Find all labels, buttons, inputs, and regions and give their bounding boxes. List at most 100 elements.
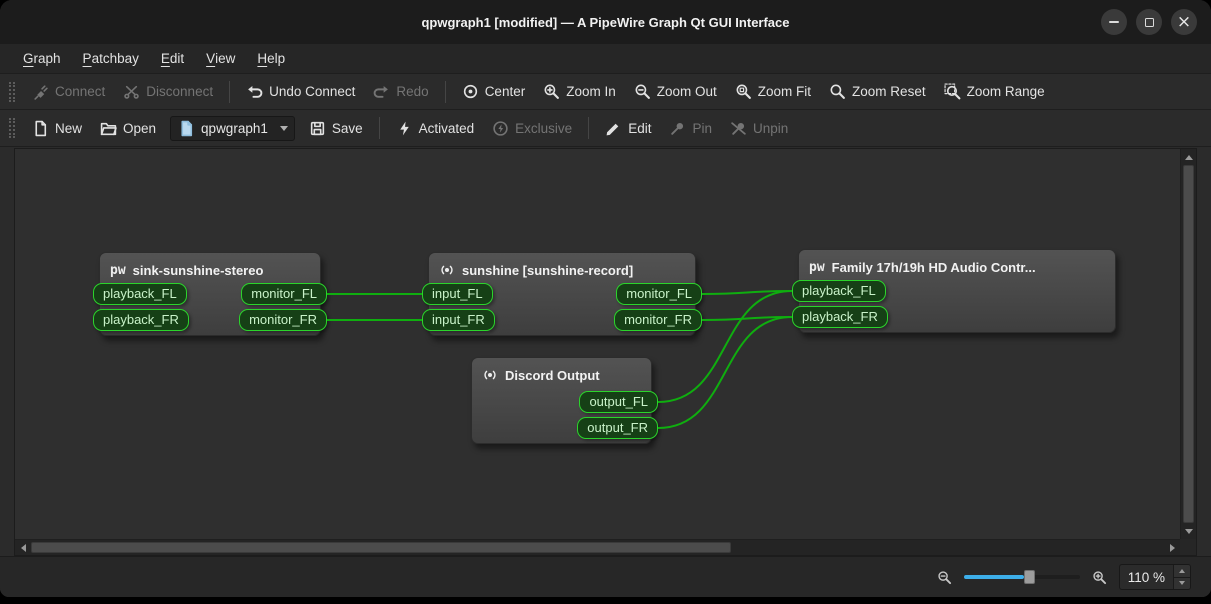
port-monitor-fr[interactable]: monitor_FR [239,309,327,331]
node-header: pw sink-sunshine-stereo [100,253,320,283]
zoom-out-button[interactable]: Zoom Out [626,78,725,105]
audio-source-icon [439,262,455,278]
vertical-scrollbar[interactable] [1180,149,1196,539]
toolbar-separator [379,117,380,139]
horizontal-scroll-handle[interactable] [31,542,731,553]
port-monitor-fl[interactable]: monitor_FL [241,283,327,305]
menu-edit[interactable]: Edit [150,44,195,73]
new-patchbay-button[interactable]: New [24,115,90,142]
zoom-reset-icon [829,83,846,100]
pin-icon [669,120,686,137]
zoom-range-button[interactable]: Zoom Range [936,78,1053,105]
title-bar[interactable]: qpwgraph1 [modified] — A PipeWire Graph … [0,0,1211,44]
window-title: qpwgraph1 [modified] — A PipeWire Graph … [421,15,789,30]
menu-patchbay[interactable]: Patchbay [72,44,150,73]
edit-pencil-icon [605,120,622,137]
center-button[interactable]: Center [454,78,534,105]
scroll-trough[interactable] [731,540,1164,555]
spin-buttons [1173,565,1190,589]
zoom-reset-button[interactable]: Zoom Reset [821,78,934,105]
patchbay-select-combo[interactable]: qpwgraph1 [170,116,295,141]
redo-button[interactable]: Redo [365,78,436,105]
horizontal-scrollbar[interactable] [15,539,1180,555]
toolbar-drag-handle[interactable] [9,118,15,138]
disconnect-icon [123,83,140,100]
arrow-left-icon [21,544,26,552]
zoom-in-icon[interactable] [1092,570,1107,585]
scroll-up-button[interactable] [1181,149,1196,165]
redo-icon [373,83,390,100]
slider-handle[interactable] [1024,570,1035,584]
connect-icon [32,83,49,100]
graph-canvas[interactable]: pw sink-sunshine-stereo playback_FL moni… [15,149,1180,539]
menu-view[interactable]: View [195,44,246,73]
zoom-percent-spinbox[interactable]: 110 % [1119,564,1191,590]
disconnect-button[interactable]: Disconnect [115,78,221,105]
spin-up-button[interactable] [1174,565,1190,578]
graph-toolbar: Connect Disconnect Undo Connect Redo [0,74,1211,110]
menu-help[interactable]: Help [246,44,296,73]
new-file-icon [32,120,49,137]
port-monitor-fr[interactable]: monitor_FR [614,309,702,331]
port-input-fr[interactable]: input_FR [422,309,495,331]
toolbar-drag-handle[interactable] [9,82,15,102]
edit-patchbay-button[interactable]: Edit [597,115,659,142]
port-playback-fr[interactable]: playback_FR [792,306,888,328]
scroll-down-button[interactable] [1181,523,1196,539]
port-output-fr[interactable]: output_FR [577,417,658,439]
exclusive-toggle-button[interactable]: Exclusive [484,115,580,142]
node-family-hd-audio[interactable]: pw Family 17h/19h HD Audio Contr... play… [798,249,1116,333]
save-patchbay-button[interactable]: Save [301,115,371,142]
chevron-down-icon [280,126,288,131]
arrow-up-icon [1179,569,1185,573]
vertical-scroll-handle[interactable] [1183,165,1194,523]
node-sunshine-record[interactable]: sunshine [sunshine-record] input_FL moni… [428,252,696,336]
open-patchbay-button[interactable]: Open [92,115,164,142]
arrow-down-icon [1185,529,1193,534]
zoom-slider[interactable] [964,569,1080,585]
qpwgraph-window: qpwgraph1 [modified] — A PipeWire Graph … [0,0,1211,597]
audio-source-icon [482,367,498,383]
arrow-up-icon [1185,155,1193,160]
center-icon [462,83,479,100]
desktop-stage: qpwgraph1 [modified] — A PipeWire Graph … [0,0,1211,604]
port-row: playback_FL [792,280,1122,302]
spin-down-button[interactable] [1174,578,1190,590]
scroll-left-button[interactable] [15,540,31,555]
zoom-out-icon[interactable] [937,570,952,585]
close-button[interactable]: × [1171,9,1197,35]
port-monitor-fl[interactable]: monitor_FL [616,283,702,305]
pipewire-icon: pw [110,263,126,278]
status-bar: 110 % [0,556,1211,597]
activated-toggle-button[interactable]: Activated [388,115,483,142]
port-row: input_FR monitor_FR [422,309,702,331]
node-sink-sunshine-stereo[interactable]: pw sink-sunshine-stereo playback_FL moni… [99,252,321,336]
arrow-down-icon [1179,581,1185,585]
scroll-right-button[interactable] [1164,540,1180,555]
node-title-text: Discord Output [505,368,600,383]
maximize-button[interactable] [1136,9,1162,35]
port-row: input_FL monitor_FL [422,283,702,305]
zoom-in-button[interactable]: Zoom In [535,78,624,105]
zoom-fit-icon [735,83,752,100]
zoom-fit-button[interactable]: Zoom Fit [727,78,819,105]
exclusive-bolt-icon [492,120,509,137]
port-playback-fl[interactable]: playback_FL [93,283,187,305]
save-icon [309,120,326,137]
open-folder-icon [100,120,117,137]
undo-connect-button[interactable]: Undo Connect [238,78,363,105]
port-row: output_FL [465,391,658,413]
toolbar-separator [588,117,589,139]
port-output-fl[interactable]: output_FL [579,391,658,413]
minimize-button[interactable] [1101,9,1127,35]
port-playback-fl[interactable]: playback_FL [792,280,886,302]
pin-button[interactable]: Pin [661,115,720,142]
activated-bolt-icon [396,120,413,137]
connect-button[interactable]: Connect [24,78,113,105]
port-input-fl[interactable]: input_FL [422,283,493,305]
unpin-button[interactable]: Unpin [722,115,796,142]
node-discord-output[interactable]: Discord Output output_FL output_FR [471,357,652,444]
port-playback-fr[interactable]: playback_FR [93,309,189,331]
slider-fill [964,575,1024,579]
menu-graph[interactable]: Graph [12,44,72,73]
